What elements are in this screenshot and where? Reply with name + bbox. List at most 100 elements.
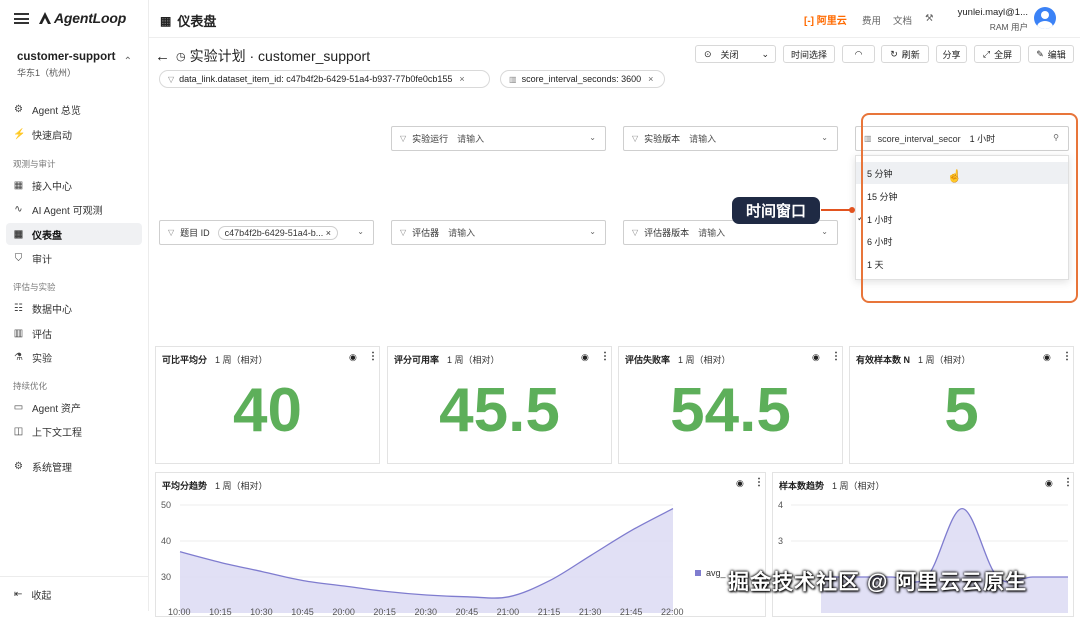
back-arrow-icon[interactable]: ←: [155, 48, 170, 65]
layers-icon: ◫: [13, 425, 24, 437]
nav-audit[interactable]: ⛉ 审计: [6, 247, 142, 269]
x-tick-label: 22:00: [661, 607, 684, 617]
filter-chip-interval[interactable]: ▥ score_interval_seconds: 3600 ×: [500, 70, 665, 88]
nav-system-mgmt[interactable]: ⚙ 系统管理: [6, 455, 142, 477]
aliyun-logo[interactable]: [-] 阿里云: [804, 12, 847, 27]
clock-icon: ◷: [176, 50, 186, 63]
docs-link[interactable]: 文档: [893, 13, 912, 27]
collapse-button[interactable]: ⇤ 收起: [0, 576, 148, 611]
filter-label: 实验版本: [644, 134, 681, 144]
eye-icon[interactable]: ◉: [1043, 352, 1051, 363]
chip-text: score_interval_seconds: 3600: [521, 74, 642, 84]
chart-legend: avg_: [695, 568, 726, 578]
button-label: 刷新: [901, 49, 920, 60]
select-value: 关闭: [720, 49, 739, 60]
nav-label: 快速启动: [32, 130, 72, 142]
nav-label: Agent 总览: [32, 105, 81, 117]
more-icon[interactable]: ⋮: [831, 351, 841, 362]
menu-icon[interactable]: [14, 12, 29, 24]
user-info[interactable]: yunlei.mayl@1... RAM 用户: [957, 7, 1028, 33]
more-icon[interactable]: ⋮: [1062, 351, 1072, 362]
eye-icon[interactable]: ◉: [812, 352, 820, 363]
card-range: 1 周（相对）: [215, 355, 268, 365]
nav-ai-observe[interactable]: ∿ AI Agent 可观测: [6, 198, 142, 220]
watermark: 掘金技术社区 @ 阿里云云原生: [728, 571, 1028, 594]
card-range: 1 周（相对）: [447, 355, 500, 365]
nav-data-center[interactable]: ☷ 数据中心: [6, 297, 142, 319]
stat-value: 5: [944, 376, 979, 445]
card-title-text: 可比平均分: [162, 355, 208, 365]
filter-question-id[interactable]: ▽ 题目 ID c47b4f2b-6429-51a4-b... × ⌄: [159, 220, 374, 245]
stat-value: 54.5: [670, 376, 791, 445]
more-icon[interactable]: ⋮: [600, 351, 610, 362]
nav-experiment[interactable]: ⚗ 实验: [6, 346, 142, 368]
x-tick-label: 21:45: [620, 607, 643, 617]
highlight-box: [861, 113, 1078, 303]
time-select-button[interactable]: 时间选择: [783, 45, 835, 63]
chevron-down-icon: ⌄: [589, 133, 596, 142]
nav-label: 仪表盘: [32, 230, 62, 242]
close-icon[interactable]: ×: [648, 74, 653, 84]
nav-access-center[interactable]: ▦ 接入中心: [6, 174, 142, 196]
callout-arrow: [821, 209, 851, 211]
share-button[interactable]: 分享: [936, 45, 967, 63]
workspace-region: 华东1（杭州）: [17, 68, 77, 78]
avatar[interactable]: [1034, 7, 1056, 29]
close-icon[interactable]: ×: [459, 74, 464, 84]
stat-card-avg-score: 可比平均分 1 周（相对） ◉ ⋮ 40: [155, 346, 380, 464]
dashboard-icon: ▦: [13, 228, 24, 240]
question-id-tag[interactable]: c47b4f2b-6429-51a4-b... ×: [217, 225, 339, 240]
nav-agent-assets[interactable]: ▭ Agent 资产: [6, 396, 142, 418]
tools-icon[interactable]: ⚒: [925, 13, 934, 24]
page-title-text: 仪表盘: [177, 14, 217, 29]
stat-value: 45.5: [439, 376, 560, 445]
nav-context-eng[interactable]: ◫ 上下文工程: [6, 420, 142, 442]
nav-label: 评估: [32, 329, 52, 341]
nav-dashboard[interactable]: ▦ 仪表盘: [6, 223, 142, 245]
nav-label: Agent 资产: [32, 403, 81, 415]
x-tick-label: 10:00: [168, 607, 191, 617]
filter-icon: ▽: [168, 74, 175, 84]
card-title: 评分可用率 1 周（相对）: [394, 353, 500, 366]
pencil-icon: ✎: [1036, 48, 1044, 59]
series-area: [180, 508, 673, 613]
filter-experiment-version[interactable]: ▽ 实验版本 请输入 ⌄: [623, 126, 838, 151]
refresh-button[interactable]: ↻ 刷新: [881, 45, 929, 63]
filter-icon: ▽: [168, 228, 175, 237]
tag-text: c47b4f2b-6429-51a4-b...: [224, 227, 324, 238]
legend-swatch: [695, 570, 701, 576]
filter-experiment-run[interactable]: ▽ 实验运行 请输入 ⌄: [391, 126, 606, 151]
eye-icon[interactable]: ◉: [349, 352, 357, 363]
gauge-button[interactable]: ◠: [842, 45, 875, 63]
more-icon[interactable]: ⋮: [368, 351, 378, 362]
filter-icon: ▽: [400, 134, 407, 143]
fees-link[interactable]: 费用: [862, 13, 881, 27]
eye-icon[interactable]: ◉: [581, 352, 589, 363]
nav-evaluation[interactable]: ▥ 评估: [6, 322, 142, 344]
nav-quick-start[interactable]: ⚡ 快速启动: [6, 123, 142, 145]
section-observe: 观测与审计: [13, 159, 56, 169]
filter-chip-dataset[interactable]: ▽ data_link.dataset_item_id: c47b4f2b-642…: [159, 70, 490, 88]
nav-label: 实验: [32, 353, 52, 365]
filter-evaluator[interactable]: ▽ 评估器 请输入 ⌄: [391, 220, 606, 245]
filter-placeholder: 请输入: [457, 134, 485, 144]
workspace-selector[interactable]: customer-support 华东1（杭州） ⌃: [10, 44, 138, 84]
agentloop-logo-icon: [39, 12, 51, 24]
dashboard-icon: ▦: [160, 13, 172, 28]
folder-icon: ▭: [13, 401, 24, 413]
card-title-text: 有效样本数 N: [856, 355, 911, 365]
edit-button[interactable]: ✎ 编辑: [1028, 45, 1074, 63]
card-title: 有效样本数 N 1 周（相对）: [856, 353, 971, 366]
fullscreen-button[interactable]: ⤢ 全屏: [974, 45, 1021, 63]
nav-agent-overview[interactable]: ⚙ Agent 总览: [6, 98, 142, 120]
close-icon[interactable]: ×: [326, 228, 331, 238]
user-role: RAM 用户: [989, 22, 1028, 32]
panel-avg-trend: 平均分趋势 1 周（相对） ◉ ⋮ 30 40 50 10:00 10:15 10:30 10…: [155, 472, 766, 617]
shield-icon: ⛉: [14, 252, 23, 264]
legend-label: avg_: [706, 568, 726, 578]
auto-refresh-select[interactable]: ⊙ 关闭 ⌄: [695, 45, 776, 63]
sidebar: AgentLoop customer-support 华东1（杭州） ⌃ ⚙ Ag…: [0, 0, 149, 611]
filter-label: 实验运行: [412, 134, 449, 144]
x-tick-label: 21:30: [579, 607, 602, 617]
chevron-down-icon: ⌄: [357, 227, 364, 236]
